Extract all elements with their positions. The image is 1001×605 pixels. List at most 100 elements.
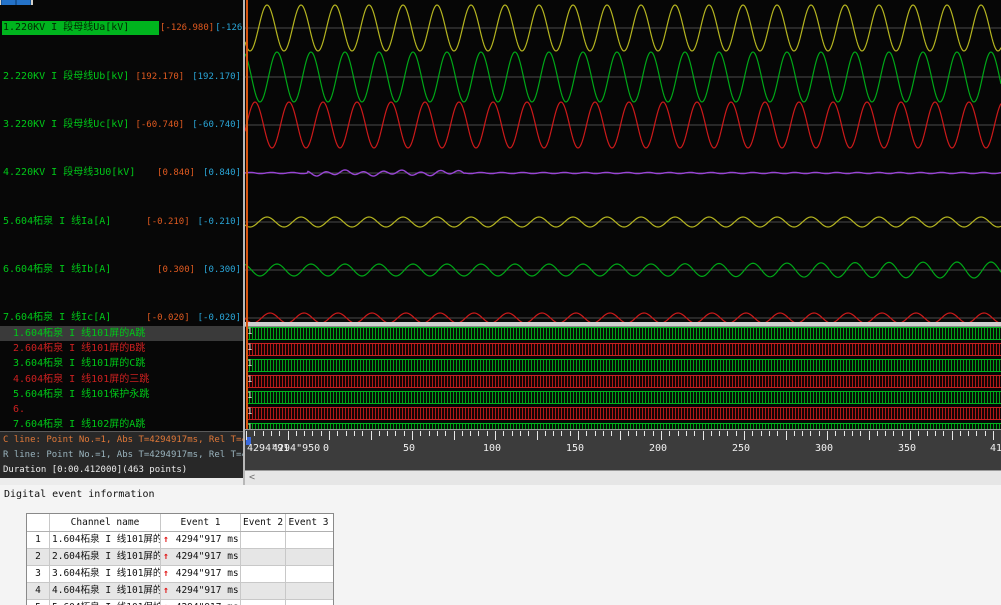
- axis-tick: [371, 431, 372, 440]
- analog-channel-row[interactable]: 3.220KV I 段母线Uc[kV][-60.740][-60.740]: [0, 118, 243, 132]
- event-table-row[interactable]: 55.604柘泉 I 线101保护永跳↑4294"917 ms: [27, 600, 333, 605]
- axis-tick: [976, 431, 977, 436]
- axis-tick: [628, 431, 629, 436]
- axis-tick: [761, 431, 762, 436]
- axis-tick: [802, 431, 803, 436]
- digital-channel-row[interactable]: 4.604柘泉 I 线101屏的三跳: [0, 372, 243, 387]
- axis-tick: [495, 431, 496, 440]
- axis-tick: [819, 431, 820, 436]
- analog-channel-values: [-126.980][-126.980]: [160, 21, 243, 35]
- rising-edge-arrow-icon: ↑: [163, 568, 169, 579]
- axis-tick: [752, 431, 753, 436]
- axis-tick: [744, 431, 745, 440]
- event-3-cell: [286, 566, 331, 582]
- cursor-value: [-126.980]: [160, 21, 214, 35]
- digital-channel-row[interactable]: 2.604柘泉 I 线101屏的B跳: [0, 341, 243, 356]
- toolbar-button-1[interactable]: [1, 0, 16, 5]
- axis-tick: [387, 431, 388, 436]
- event-1-cell: ↑4294"917 ms: [161, 566, 241, 582]
- axis-tick-label: 100: [483, 443, 501, 454]
- axis-tick: [794, 431, 795, 436]
- channel-list-panel: 1.220KV I 段母线Ua[kV][-126.980][-126.980] 2…: [0, 0, 243, 478]
- axis-tick: [246, 431, 247, 440]
- cursor-status-panel: C line: Point No.=1, Abs T=4294917ms, Re…: [0, 431, 243, 479]
- analog-channel-values: [-0.210][-0.210]: [118, 215, 241, 229]
- event-channel-name: 4.604柘泉 I 线101屏的三跳: [50, 583, 161, 599]
- left-bottom-gap: [0, 478, 243, 485]
- analog-channel-row[interactable]: 6.604柘泉 I 线Ib[A][0.300][0.300]: [0, 263, 243, 277]
- ref-cursor-value: [-0.020]: [198, 311, 241, 325]
- analog-channel-label: 7.604柘泉 I 线Ic[A]: [3, 311, 111, 325]
- event-2-cell: [241, 549, 286, 565]
- axis-tick: [545, 431, 546, 436]
- cursor-value: [192.170]: [135, 70, 184, 84]
- axis-tick: [404, 431, 405, 436]
- axis-tick: [653, 431, 654, 436]
- analog-channel-row[interactable]: 5.604柘泉 I 线Ia[A][-0.210][-0.210]: [0, 215, 243, 229]
- c-cursor-line[interactable]: [246, 0, 248, 429]
- digital-trace-bar: 1: [246, 343, 1001, 356]
- event-time: 4294"917 ms: [176, 551, 239, 562]
- event-1-cell: ↑4294"917 ms: [161, 600, 241, 605]
- axis-tick: [296, 431, 297, 436]
- axis-tick: [877, 431, 878, 436]
- analog-channel-label: 6.604柘泉 I 线Ib[A]: [3, 263, 111, 277]
- event-table-column-header: Event 1: [161, 514, 241, 531]
- axis-tick: [910, 431, 911, 440]
- cursor-value: [-60.740]: [135, 118, 184, 132]
- axis-tick: [503, 431, 504, 436]
- analog-channel-row[interactable]: 4.220KV I 段母线3U0[kV][0.840][0.840]: [0, 166, 243, 180]
- event-channel-name: 1.604柘泉 I 线101屏的A跳: [50, 532, 161, 548]
- analog-channel-row[interactable]: 2.220KV I 段母线Ub[kV][192.170][192.170]: [0, 70, 243, 84]
- waveform-analyzer-window: 1.220KV I 段母线Ua[kV][-126.980][-126.980] 2…: [0, 0, 1001, 605]
- analog-channel-row[interactable]: 7.604柘泉 I 线Ic[A][-0.020][-0.020]: [0, 311, 243, 325]
- analog-channel-values: [192.170][192.170]: [118, 70, 241, 84]
- rising-edge-arrow-icon: ↑: [163, 585, 169, 596]
- event-channel-name: 3.604柘泉 I 线101屏的C跳: [50, 566, 161, 582]
- axis-tick-label: 200: [649, 443, 667, 454]
- ref-cursor-value: [-126.980]: [215, 21, 243, 35]
- axis-tick: [952, 431, 953, 440]
- axis-tick: [586, 431, 587, 436]
- axis-tick: [827, 431, 828, 440]
- axis-tick: [927, 431, 928, 436]
- digital-channel-row[interactable]: 5.604柘泉 I 线101保护永跳: [0, 387, 243, 402]
- event-table-row[interactable]: 33.604柘泉 I 线101屏的C跳↑4294"917 ms: [27, 566, 333, 583]
- scroll-left-icon[interactable]: <: [249, 472, 255, 483]
- waveform-pane[interactable]: 1111111: [245, 0, 1001, 429]
- axis-tick: [968, 431, 969, 436]
- event-table-column-header: [27, 514, 50, 531]
- event-table-row[interactable]: 44.604柘泉 I 线101屏的三跳↑4294"917 ms: [27, 583, 333, 600]
- event-table-column-header: Event 2: [241, 514, 286, 531]
- digital-channel-row[interactable]: 3.604柘泉 I 线101屏的C跳: [0, 356, 243, 371]
- axis-tick: [578, 431, 579, 440]
- axis-tick: [777, 431, 778, 436]
- digital-event-table: Channel nameEvent 1Event 2Event 311.604柘…: [26, 513, 334, 605]
- axis-tick: [470, 431, 471, 436]
- event-3-cell: [286, 549, 331, 565]
- r-line-status: R line: Point No.=1, Abs T=4294917ms, Re…: [3, 450, 243, 460]
- event-2-cell: [241, 532, 286, 548]
- analog-channel-label: 4.220KV I 段母线3U0[kV]: [3, 166, 135, 180]
- axis-tick: [454, 431, 455, 440]
- analog-channel-label: 2.220KV I 段母线Ub[kV]: [3, 70, 129, 84]
- axis-tick: [437, 431, 438, 436]
- event-table-row[interactable]: 11.604柘泉 I 线101屏的A跳↑4294"917 ms: [27, 532, 333, 549]
- event-table-row[interactable]: 22.604柘泉 I 线101屏的B跳↑4294"917 ms: [27, 549, 333, 566]
- digital-channel-row[interactable]: 6.: [0, 402, 243, 417]
- cursor-value: [0.300]: [157, 263, 195, 277]
- axis-tick: [835, 431, 836, 436]
- axis-tick: [860, 431, 861, 436]
- axis-tick-label: 4294"950: [272, 443, 320, 454]
- ref-cursor-value: [0.840]: [203, 166, 241, 180]
- digital-channel-row[interactable]: 1.604柘泉 I 线101屏的A跳: [0, 326, 243, 341]
- axis-tick: [263, 431, 264, 436]
- analog-channel-row[interactable]: 1.220KV I 段母线Ua[kV][-126.980][-126.980]: [0, 21, 243, 35]
- duration-status: Duration [0:00.412000](463 points): [3, 465, 187, 475]
- horizontal-scrollbar[interactable]: <: [245, 470, 1001, 486]
- toolbar-button-2[interactable]: [16, 0, 31, 5]
- axis-tick: [312, 431, 313, 436]
- digital-channel-row[interactable]: 7.604柘泉 I 线102屏的A跳: [0, 417, 243, 432]
- analog-channel-values: [-60.740][-60.740]: [118, 118, 241, 132]
- event-table-column-header: Event 3: [286, 514, 331, 531]
